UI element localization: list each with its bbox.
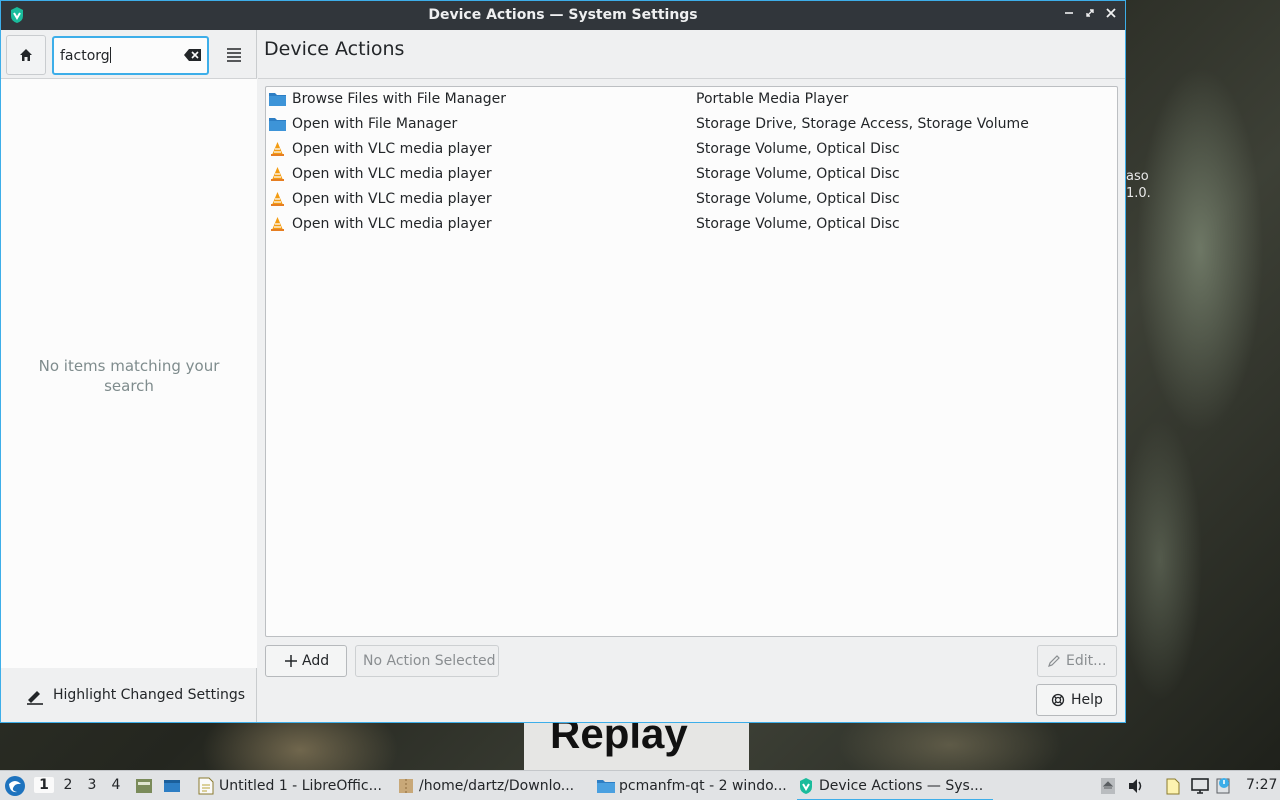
highlighter-icon: [27, 691, 43, 705]
system-settings-window: Device Actions — System Settings factorg: [0, 0, 1126, 723]
action-row[interactable]: Open with VLC media player Storage Volum…: [267, 187, 1116, 212]
action-devices: Storage Volume, Optical Disc: [696, 141, 900, 157]
action-name: Browse Files with File Manager: [292, 91, 506, 107]
edit-action-label: Edit...: [1066, 653, 1107, 669]
display-icon[interactable]: [1190, 776, 1210, 796]
task-label: Untitled 1 - LibreOffic...: [219, 778, 382, 794]
sidebar-toolbar: factorg: [1, 30, 257, 79]
settings-icon: [800, 778, 812, 794]
action-row[interactable]: Open with VLC media player Storage Volum…: [267, 137, 1116, 162]
action-row[interactable]: Browse Files with File Manager Portable …: [267, 87, 1116, 112]
vlc-icon: [271, 192, 284, 206]
task-device-actions[interactable]: Device Actions — Sys...: [797, 771, 993, 800]
sidebar-module-list[interactable]: No items matching your search: [1, 79, 257, 668]
action-row[interactable]: Open with VLC media player Storage Volum…: [267, 212, 1116, 237]
vlc-icon: [271, 167, 284, 181]
vlc-icon: [271, 217, 284, 231]
page-title: Device Actions: [264, 38, 405, 60]
action-row[interactable]: Open with VLC media player Storage Volum…: [267, 162, 1116, 187]
taskbar: 1 2 3 4 Untitled 1 - LibreOffic... /home…: [0, 770, 1280, 800]
no-action-selected-label: No Action Selected: [363, 653, 496, 669]
help-lifebuoy-icon: [1051, 693, 1065, 707]
wallpaper-text-line2: 1.0.: [1126, 186, 1151, 201]
folder-icon: [597, 780, 615, 793]
action-devices: Portable Media Player: [696, 91, 849, 107]
close-icon: [1106, 8, 1116, 18]
clock[interactable]: 7:27: [1246, 777, 1277, 793]
home-icon: [20, 49, 32, 61]
plus-icon: [285, 655, 297, 667]
action-devices: Storage Volume, Optical Disc: [696, 166, 900, 182]
main-content: Device Actions Browse Files with File Ma…: [258, 30, 1125, 722]
hamburger-menu-icon: [227, 48, 241, 62]
file-manager-launcher-icon[interactable]: [135, 777, 153, 795]
task-label: pcmanfm-qt - 2 windo...: [619, 778, 787, 794]
clipboard-icon[interactable]: [1163, 776, 1183, 796]
wallpaper-replay-sign: Replay: [524, 722, 749, 770]
action-devices: Storage Drive, Storage Access, Storage V…: [696, 116, 1029, 132]
wallpaper-text: aso 1.0.: [1126, 168, 1151, 202]
task-label: /home/dartz/Downlo...: [419, 778, 575, 794]
action-name: Open with VLC media player: [292, 216, 492, 232]
window-title: Device Actions — System Settings: [428, 7, 698, 23]
sidebar: factorg No items matching your search Hi…: [1, 30, 257, 722]
highlight-changed-settings-label: Highlight Changed Settings: [53, 687, 246, 703]
vlc-icon: [271, 142, 284, 156]
no-action-selected-button: No Action Selected: [355, 645, 499, 677]
action-name: Open with File Manager: [292, 116, 458, 132]
action-name: Open with VLC media player: [292, 191, 492, 207]
device-actions-list[interactable]: Browse Files with File Manager Portable …: [265, 86, 1118, 637]
task-archive[interactable]: /home/dartz/Downlo...: [397, 771, 587, 800]
help-button[interactable]: Help: [1036, 684, 1117, 716]
minimize-icon: [1065, 12, 1073, 14]
help-label: Help: [1071, 692, 1103, 708]
action-devices: Storage Volume, Optical Disc: [696, 216, 900, 232]
no-items-message: No items matching your search: [38, 357, 220, 395]
folder-icon: [269, 118, 286, 131]
volume-icon[interactable]: [1126, 776, 1146, 796]
action-name: Open with VLC media player: [292, 166, 492, 182]
workspace-4[interactable]: 4: [106, 777, 126, 793]
hamburger-menu-button[interactable]: [220, 44, 248, 66]
highlight-changed-settings-button[interactable]: Highlight Changed Settings: [1, 669, 257, 722]
window-titlebar[interactable]: Device Actions — System Settings: [1, 1, 1125, 30]
wallpaper-replay-text: Replay: [550, 722, 688, 757]
update-notifier-icon[interactable]: [1214, 776, 1234, 796]
add-action-label: Add: [302, 653, 330, 669]
workspace-3[interactable]: 3: [82, 777, 102, 793]
archive-icon: [399, 779, 413, 793]
action-name: Open with VLC media player: [292, 141, 492, 157]
action-row[interactable]: Open with File Manager Storage Drive, St…: [267, 112, 1116, 137]
pencil-icon: [1048, 655, 1060, 667]
show-desktop-icon[interactable]: [163, 777, 181, 795]
folder-icon: [269, 93, 286, 106]
wallpaper-text-line1: aso: [1126, 169, 1149, 184]
add-action-button[interactable]: Add: [265, 645, 347, 677]
task-pcmanfm[interactable]: pcmanfm-qt - 2 windo...: [597, 771, 787, 800]
workspace-1[interactable]: 1: [34, 777, 54, 793]
task-libreoffice[interactable]: Untitled 1 - LibreOffic...: [197, 771, 387, 800]
workspace-2[interactable]: 2: [58, 777, 78, 793]
action-devices: Storage Volume, Optical Disc: [696, 191, 900, 207]
page-header: Device Actions: [258, 30, 1125, 79]
text-caret: [109, 47, 111, 63]
search-input[interactable]: factorg: [52, 36, 209, 75]
minimize-button[interactable]: [1060, 6, 1078, 24]
close-button[interactable]: [1102, 6, 1120, 24]
edit-action-button[interactable]: Edit...: [1037, 645, 1117, 677]
task-label: Device Actions — Sys...: [819, 778, 984, 794]
home-button[interactable]: [6, 35, 46, 75]
maximize-button[interactable]: [1081, 6, 1099, 24]
search-input-value[interactable]: factorg: [60, 48, 110, 64]
start-menu-icon[interactable]: [4, 775, 26, 797]
clear-search-icon[interactable]: [184, 48, 202, 62]
tray-eject-icon[interactable]: [1098, 776, 1118, 796]
maximize-icon: [1086, 9, 1094, 17]
libreoffice-icon: [198, 777, 214, 795]
